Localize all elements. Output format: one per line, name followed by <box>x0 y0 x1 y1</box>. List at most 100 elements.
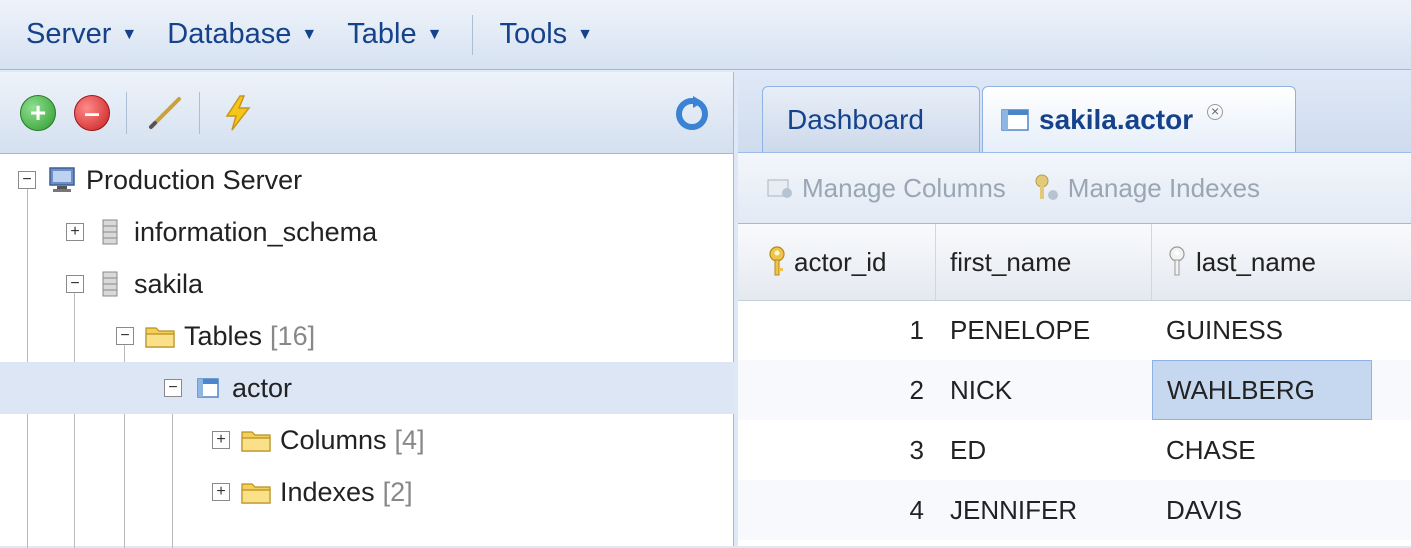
column-header-label: actor_id <box>794 246 887 277</box>
table-row[interactable]: 2 NICK WAHLBERG <box>738 360 1411 420</box>
table-row[interactable]: 1 PENELOPE GUINESS <box>738 300 1411 360</box>
column-header-last-name[interactable]: last_name <box>1152 224 1411 300</box>
pencil-icon <box>149 96 181 129</box>
remove-circle-icon: – <box>74 94 110 131</box>
column-header-first-name[interactable]: first_name <box>936 224 1152 300</box>
remove-button[interactable]: – <box>72 93 112 133</box>
edit-button[interactable] <box>145 93 185 133</box>
navigator-panel: + – − Production Server + information_sc… <box>0 72 734 548</box>
menu-database-label: Database <box>167 18 292 50</box>
column-header-label: last_name <box>1196 246 1316 277</box>
tree-item-label: sakila <box>134 268 204 299</box>
menu-server-label: Server <box>26 18 112 50</box>
close-icon[interactable]: × <box>1207 103 1224 120</box>
menu-database[interactable]: Database ▼ <box>167 18 317 51</box>
cell-actor-id[interactable]: 4 <box>738 480 936 540</box>
index-key-icon <box>1169 246 1185 276</box>
tree-item-tables[interactable]: − Tables [16] <box>0 310 734 362</box>
folder-open-icon <box>144 322 176 350</box>
dropdown-arrow-icon: ▼ <box>121 25 138 43</box>
toolbar-separator <box>199 91 200 134</box>
menu-tools[interactable]: Tools ▼ <box>499 18 593 51</box>
table-icon <box>192 374 224 402</box>
menu-tools-label: Tools <box>499 18 568 50</box>
execute-button[interactable] <box>218 93 258 133</box>
menu-table-label: Table <box>347 18 417 50</box>
collapse-toggle-icon[interactable]: − <box>66 275 84 293</box>
expand-toggle-icon[interactable]: + <box>66 223 84 241</box>
menu-table[interactable]: Table ▼ <box>347 18 442 51</box>
table-row[interactable]: 3 ED CHASE <box>738 420 1411 480</box>
folder-icon <box>240 426 272 454</box>
tree-item-indexes[interactable]: + Indexes [2] <box>0 466 734 518</box>
tree-item-label: actor <box>232 372 293 403</box>
menu-server[interactable]: Server ▼ <box>26 18 137 51</box>
menu-bar: Server ▼ Database ▼ Table ▼ Tools ▼ <box>0 0 1411 70</box>
add-circle-icon: + <box>20 94 56 131</box>
tree-item-count: [2] <box>382 476 413 507</box>
tree-item-count: [16] <box>270 320 316 351</box>
cell-first-name[interactable]: NICK <box>936 360 1152 420</box>
manage-columns-button[interactable]: Manage Columns <box>764 173 1006 204</box>
folder-icon <box>240 478 272 506</box>
dropdown-arrow-icon: ▼ <box>301 25 318 43</box>
tree-item-production-server[interactable]: − Production Server <box>0 154 734 206</box>
column-header-actor-id[interactable]: actor_id <box>738 224 936 300</box>
expand-toggle-icon[interactable]: + <box>212 483 230 501</box>
table-icon <box>999 106 1031 134</box>
table-row[interactable]: 4 JENNIFER DAVIS <box>738 480 1411 540</box>
tree-item-label: Production Server <box>86 164 303 195</box>
table-toolbar: Manage Columns Manage Indexes <box>738 152 1411 224</box>
cell-last-name[interactable]: CHASE <box>1152 420 1411 480</box>
manage-indexes-button[interactable]: Manage Indexes <box>1030 173 1260 204</box>
manage-columns-label: Manage Columns <box>802 172 1006 203</box>
cell-actor-id[interactable]: 3 <box>738 420 936 480</box>
collapse-toggle-icon[interactable]: − <box>164 379 182 397</box>
navigator-toolbar: + – <box>0 72 733 154</box>
tab-label: sakila.actor <box>1039 103 1194 135</box>
tree-item-label: Columns <box>280 424 387 455</box>
collapse-toggle-icon[interactable]: − <box>18 171 36 189</box>
tree-item-sakila[interactable]: − sakila <box>0 258 734 310</box>
toolbar-separator <box>126 91 127 134</box>
grid-header: actor_id first_name last_name <box>738 224 1411 301</box>
database-icon <box>94 218 126 246</box>
tree-item-count: [4] <box>394 424 425 455</box>
tree-item-columns[interactable]: + Columns [4] <box>0 414 734 466</box>
column-header-label: first_name <box>950 246 1072 277</box>
tree-item-label: information_schema <box>134 216 378 247</box>
primary-key-icon <box>769 246 785 276</box>
tab-strip: Dashboard sakila.actor × <box>738 72 1411 152</box>
cell-first-name[interactable]: ED <box>936 420 1152 480</box>
dropdown-arrow-icon: ▼ <box>426 25 443 43</box>
data-grid: actor_id first_name last_name 1 PENELOPE… <box>738 224 1411 546</box>
cell-last-name[interactable]: GUINESS <box>1152 300 1411 360</box>
cell-last-name-selected[interactable]: WAHLBERG <box>1152 360 1372 420</box>
tree-item-information-schema[interactable]: + information_schema <box>0 206 734 258</box>
collapse-toggle-icon[interactable]: − <box>116 327 134 345</box>
dropdown-arrow-icon: ▼ <box>577 25 593 43</box>
menu-separator <box>472 14 474 55</box>
database-icon <box>94 270 126 298</box>
add-button[interactable]: + <box>18 93 58 133</box>
lightning-icon <box>225 94 251 130</box>
columns-icon <box>764 174 796 202</box>
tab-label: Dashboard <box>787 103 924 135</box>
expand-toggle-icon[interactable]: + <box>212 431 230 449</box>
tree-item-actor[interactable]: − actor <box>0 362 734 414</box>
cell-first-name[interactable]: PENELOPE <box>936 300 1152 360</box>
tab-sakila-actor[interactable]: sakila.actor × <box>982 86 1296 152</box>
refresh-icon <box>676 96 708 130</box>
cell-last-name[interactable]: DAVIS <box>1152 480 1411 540</box>
tree-item-label: Indexes <box>280 476 375 507</box>
tab-dashboard[interactable]: Dashboard <box>762 86 980 152</box>
tree-item-label: Tables <box>184 320 263 351</box>
refresh-button[interactable] <box>673 94 711 132</box>
key-icon <box>1030 174 1062 202</box>
cell-actor-id[interactable]: 2 <box>738 360 936 420</box>
manage-indexes-label: Manage Indexes <box>1067 172 1261 203</box>
cell-first-name[interactable]: JENNIFER <box>936 480 1152 540</box>
server-icon <box>46 166 78 194</box>
content-panel: Dashboard sakila.actor × Manage Columns … <box>738 72 1411 546</box>
cell-actor-id[interactable]: 1 <box>738 300 936 360</box>
